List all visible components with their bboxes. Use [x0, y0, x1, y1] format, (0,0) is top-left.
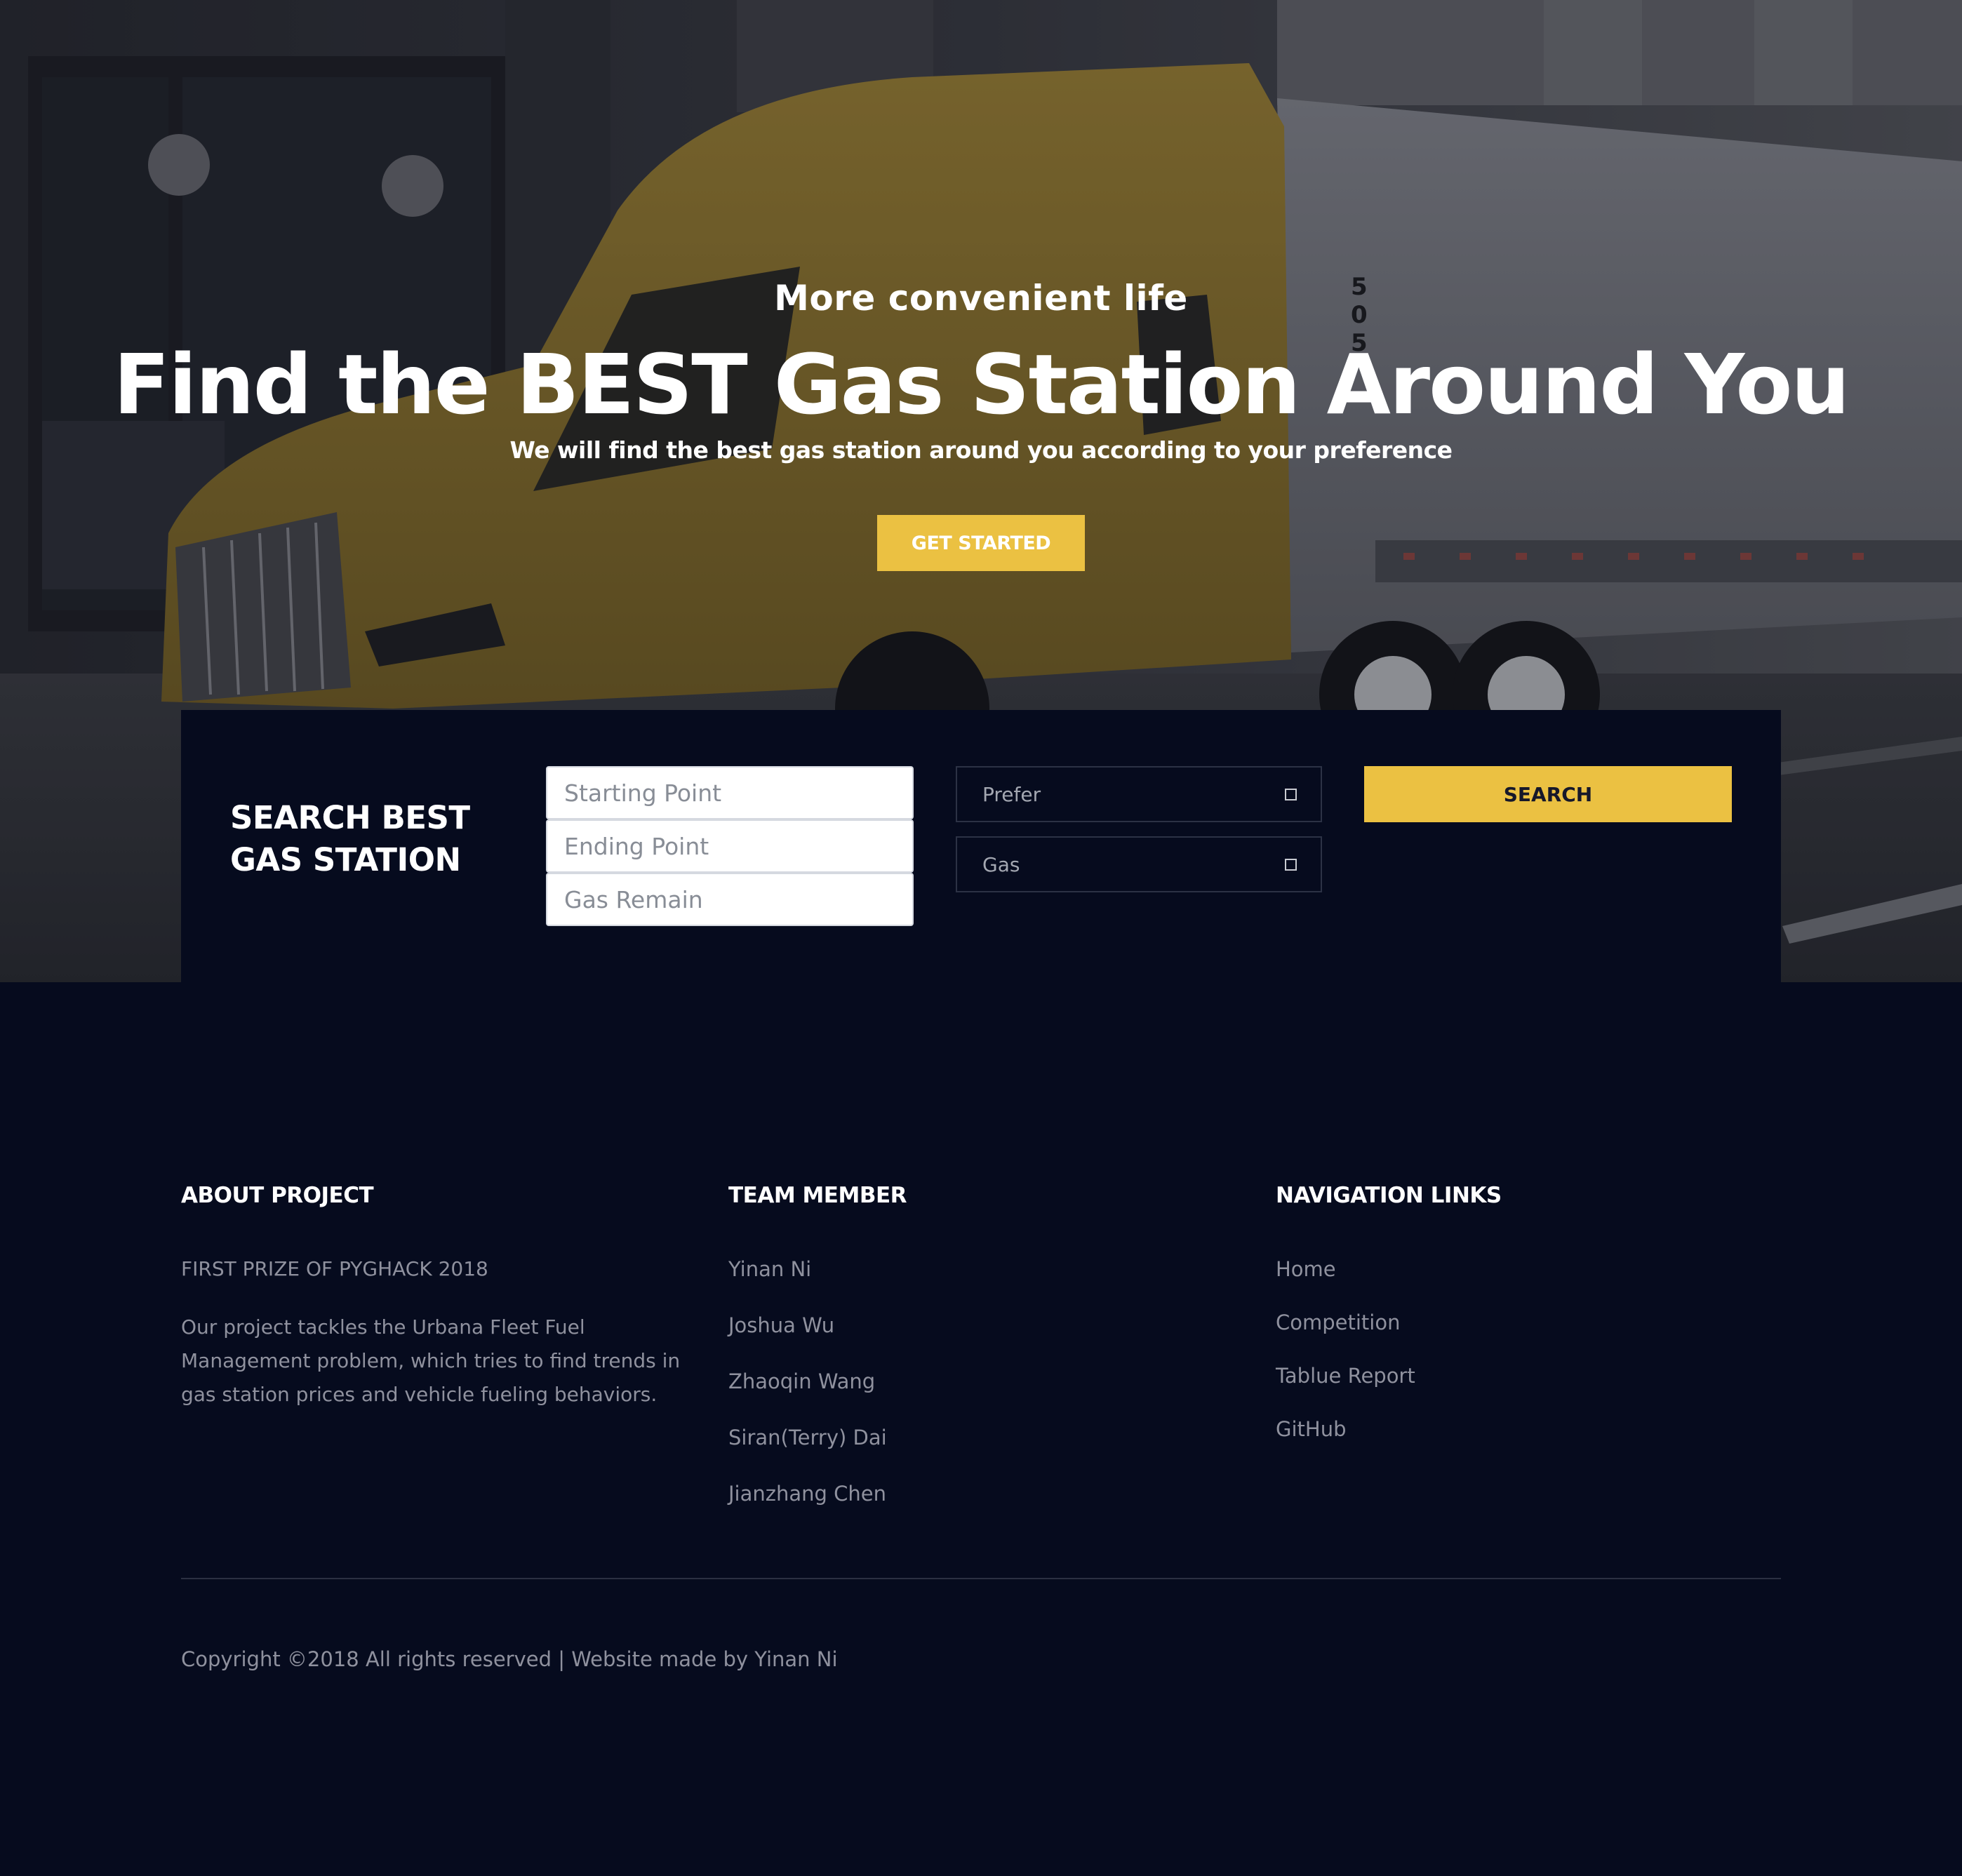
copyright-text: Copyright ©2018 All rights reserved | We…	[181, 1647, 838, 1671]
nav-item-github: GitHub	[1276, 1417, 1415, 1470]
team-member: Joshua Wu	[728, 1313, 835, 1337]
prefer-select-value: Prefer	[982, 782, 1041, 806]
get-started-button[interactable]: GET STARTED	[877, 515, 1085, 571]
team-title: TEAM MEMBER	[728, 1183, 907, 1208]
gas-select-value: Gas	[982, 852, 1020, 876]
about-prize: FIRST PRIZE OF PYGHACK 2018	[181, 1257, 488, 1280]
search-button[interactable]: SEARCH	[1364, 766, 1732, 822]
footer-team: TEAM MEMBER Yinan Ni Joshua Wu Zhaoqin W…	[728, 1183, 907, 1506]
page: 5 0 5 More convenient life Find the BEST…	[0, 0, 1962, 1876]
navigation-title: NAVIGATION LINKS	[1276, 1183, 1502, 1208]
dropdown-square-icon	[1285, 858, 1297, 871]
navigation-link-list: Home Competition Tablue Report GitHub	[1276, 1257, 1415, 1470]
nav-link-competition[interactable]: Competition	[1276, 1311, 1400, 1334]
starting-point-input[interactable]	[546, 766, 914, 819]
nav-item-home: Home	[1276, 1257, 1415, 1311]
about-description: Our project tackles the Urbana Fleet Fue…	[181, 1315, 681, 1406]
prefer-select[interactable]: Prefer	[956, 766, 1322, 822]
hero-eyebrow: More convenient life	[774, 278, 1188, 319]
gas-select[interactable]: Gas	[956, 836, 1322, 892]
footer-divider	[181, 1578, 1781, 1579]
footer-about: ABOUT PROJECT FIRST PRIZE OF PYGHACK 201…	[181, 1183, 680, 1406]
team-member: Yinan Ni	[728, 1257, 812, 1281]
dropdown-square-icon	[1285, 788, 1297, 800]
ending-point-input[interactable]	[546, 819, 914, 873]
nav-link-github[interactable]: GitHub	[1276, 1417, 1347, 1441]
hero-title: Find the BEST Gas Station Around You	[113, 336, 1850, 433]
nav-item-report: Tablue Report	[1276, 1364, 1415, 1417]
team-member: Siran(Terry) Dai	[728, 1426, 887, 1449]
about-title: ABOUT PROJECT	[181, 1183, 374, 1208]
hero-subtitle: We will find the best gas station around…	[509, 436, 1453, 464]
search-panel: SEARCH BEST GAS STATION Prefer Gas SEARC…	[181, 710, 1781, 982]
footer-navigation: NAVIGATION LINKS Home Competition Tablue…	[1276, 1183, 1502, 1441]
nav-item-competition: Competition	[1276, 1311, 1415, 1364]
team-member: Zhaoqin Wang	[728, 1369, 876, 1393]
team-member-list: Yinan Ni Joshua Wu Zhaoqin Wang Siran(Te…	[728, 1257, 887, 1538]
nav-link-home[interactable]: Home	[1276, 1257, 1336, 1281]
gas-remain-input[interactable]	[546, 873, 914, 926]
nav-link-tablue-report[interactable]: Tablue Report	[1276, 1364, 1415, 1388]
search-heading: SEARCH BEST GAS STATION	[230, 799, 470, 878]
team-member: Jianzhang Chen	[728, 1482, 886, 1506]
